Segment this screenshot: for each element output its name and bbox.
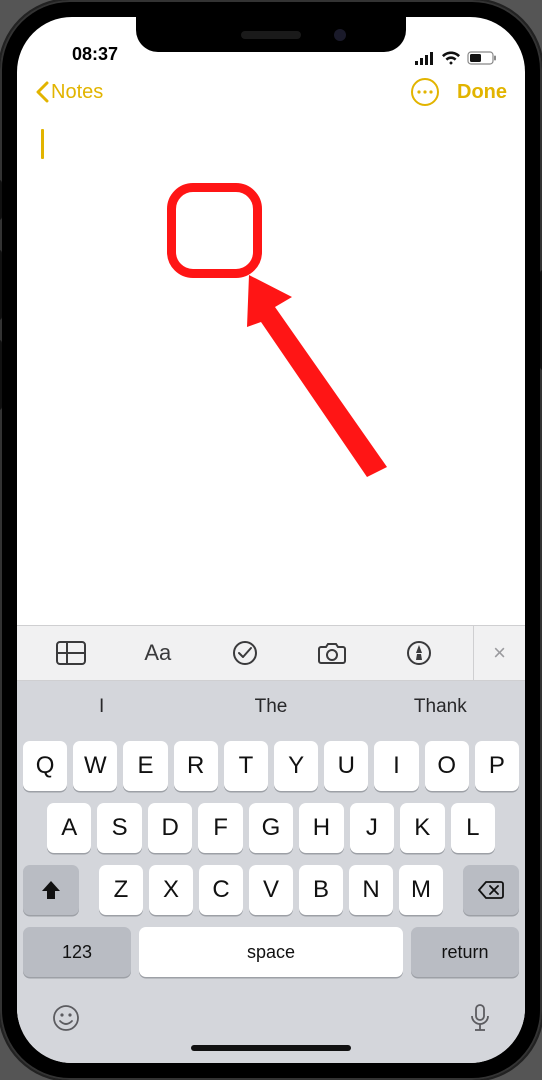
key-x[interactable]: X — [149, 865, 193, 915]
keyboard-row-3: Z X C V B N M — [23, 865, 519, 915]
key-y[interactable]: Y — [274, 741, 318, 791]
key-u[interactable]: U — [324, 741, 368, 791]
backspace-key[interactable] — [463, 865, 519, 915]
emoji-button[interactable] — [51, 1003, 81, 1033]
screen: 08:37 Notes — [17, 17, 525, 1063]
shift-icon — [40, 879, 62, 901]
key-e[interactable]: E — [123, 741, 167, 791]
key-j[interactable]: J — [350, 803, 394, 853]
microphone-icon — [469, 1003, 491, 1033]
back-label: Notes — [51, 81, 103, 104]
nav-bar: Notes Done — [17, 67, 525, 117]
note-editor[interactable] — [17, 117, 525, 625]
key-i[interactable]: I — [374, 741, 418, 791]
volume-up-button — [0, 250, 2, 320]
key-z[interactable]: Z — [99, 865, 143, 915]
format-toolbar: Aa × — [17, 625, 525, 681]
markup-icon — [406, 640, 432, 666]
backspace-icon — [478, 880, 504, 900]
key-n[interactable]: N — [349, 865, 393, 915]
key-b[interactable]: B — [299, 865, 343, 915]
key-a[interactable]: A — [47, 803, 91, 853]
suggestion-bar: I The Thank — [17, 681, 525, 733]
suggestion-2[interactable]: The — [186, 696, 355, 718]
camera-icon — [317, 641, 347, 665]
suggestion-3[interactable]: Thank — [356, 696, 525, 718]
key-r[interactable]: R — [174, 741, 218, 791]
phone-frame: 08:37 Notes — [0, 0, 542, 1080]
key-m[interactable]: M — [399, 865, 443, 915]
checklist-button[interactable] — [227, 640, 263, 666]
key-s[interactable]: S — [97, 803, 141, 853]
speaker — [241, 31, 301, 39]
markup-button[interactable] — [401, 640, 437, 666]
key-h[interactable]: H — [299, 803, 343, 853]
ellipsis-icon — [417, 90, 433, 94]
key-k[interactable]: K — [400, 803, 444, 853]
key-t[interactable]: T — [224, 741, 268, 791]
keyboard-row-4: 123 space return — [23, 927, 519, 977]
checklist-icon — [232, 640, 258, 666]
done-button[interactable]: Done — [457, 81, 507, 104]
more-button[interactable] — [411, 78, 439, 106]
annotation-highlight-box — [167, 183, 262, 278]
home-indicator[interactable] — [191, 1045, 351, 1051]
volume-down-button — [0, 340, 2, 410]
battery-icon — [467, 51, 497, 65]
emoji-icon — [51, 1003, 81, 1033]
text-style-label: Aa — [144, 640, 171, 666]
camera-button[interactable] — [314, 641, 350, 665]
front-camera — [334, 29, 346, 41]
dictation-button[interactable] — [469, 1003, 491, 1033]
numeric-key[interactable]: 123 — [23, 927, 131, 977]
space-key[interactable]: space — [139, 927, 403, 977]
key-f[interactable]: F — [198, 803, 242, 853]
key-c[interactable]: C — [199, 865, 243, 915]
notch — [136, 17, 406, 52]
table-button[interactable] — [53, 641, 89, 665]
key-w[interactable]: W — [73, 741, 117, 791]
suggestion-1[interactable]: I — [17, 696, 186, 718]
keyboard-row-1: Q W E R T Y U I O P — [23, 741, 519, 791]
key-q[interactable]: Q — [23, 741, 67, 791]
key-v[interactable]: V — [249, 865, 293, 915]
key-d[interactable]: D — [148, 803, 192, 853]
shift-key[interactable] — [23, 865, 79, 915]
text-style-button[interactable]: Aa — [140, 640, 176, 666]
cellular-icon — [415, 52, 435, 65]
annotation-arrow-icon — [237, 267, 407, 487]
chevron-left-icon — [35, 81, 49, 103]
key-p[interactable]: P — [475, 741, 519, 791]
keyboard: Q W E R T Y U I O P A S D F G H J K L — [17, 733, 525, 1063]
return-key[interactable]: return — [411, 927, 519, 977]
status-time: 08:37 — [45, 44, 145, 65]
key-o[interactable]: O — [425, 741, 469, 791]
key-l[interactable]: L — [451, 803, 495, 853]
text-cursor — [41, 129, 44, 159]
back-button[interactable]: Notes — [35, 81, 103, 104]
close-toolbar-button[interactable]: × — [473, 626, 525, 680]
wifi-icon — [441, 51, 461, 65]
key-g[interactable]: G — [249, 803, 293, 853]
table-icon — [56, 641, 86, 665]
close-icon: × — [493, 640, 506, 666]
mute-switch — [0, 180, 2, 220]
keyboard-row-2: A S D F G H J K L — [23, 803, 519, 853]
